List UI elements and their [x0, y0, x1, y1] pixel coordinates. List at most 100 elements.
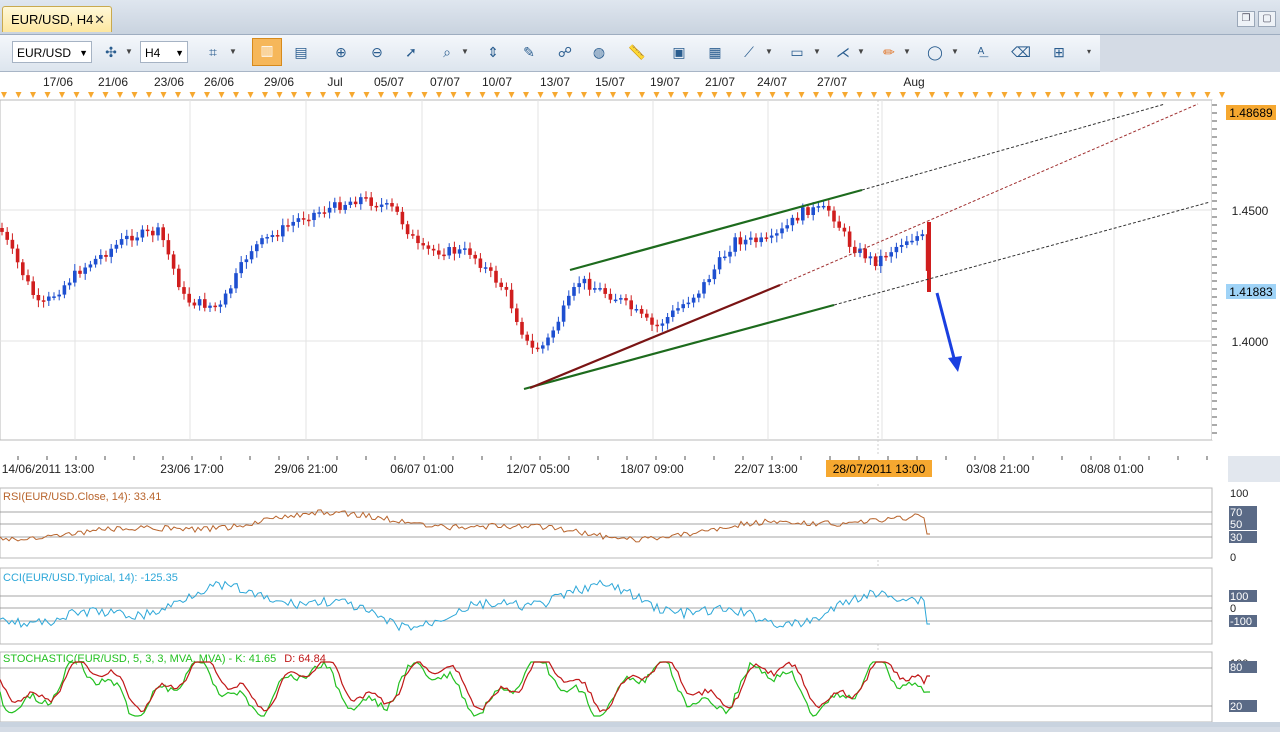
chevron-down-icon[interactable]: ▼	[856, 41, 866, 63]
indicators-icon[interactable]: ▦	[704, 41, 726, 63]
objects-tree-icon[interactable]: ⊞	[1048, 41, 1070, 63]
chevron-down-icon[interactable]: ▼	[228, 41, 238, 63]
candle-body	[577, 283, 581, 288]
zoom-out-icon[interactable]: ⊖	[366, 41, 388, 63]
candle-body	[312, 212, 316, 221]
crosshair-icon[interactable]: ✣	[100, 41, 122, 63]
candle-body	[5, 231, 9, 240]
top-date-label: 07/07	[430, 75, 460, 89]
chevron-down-icon[interactable]: ▼	[812, 41, 822, 63]
candle-body	[83, 267, 87, 274]
candle-body	[359, 197, 363, 205]
candle-body	[192, 302, 197, 306]
top-date-label: 05/07	[374, 75, 404, 89]
close-icon[interactable]: ✕	[94, 7, 105, 33]
candle-body	[520, 321, 524, 335]
candle-body	[260, 238, 264, 245]
date-label: 18/07 09:00	[620, 462, 684, 476]
candle-body	[119, 239, 124, 245]
price-label-current: 1.41883	[1229, 285, 1273, 299]
candle-body	[847, 231, 852, 247]
chevron-down-icon[interactable]: ▼	[764, 41, 774, 63]
chart-tab[interactable]: EUR/USD, H4 ✕	[2, 6, 112, 32]
time-marker	[1016, 92, 1022, 98]
pen-icon[interactable]: ✏	[878, 41, 900, 63]
candle-body	[743, 239, 748, 245]
candle-body	[603, 288, 607, 294]
indicator-tick-label: 20	[1230, 701, 1242, 713]
candle-body	[275, 235, 280, 237]
timeframe-select[interactable]: H4 ▼	[140, 41, 188, 63]
indicator-tick-label: 50	[1230, 519, 1242, 531]
fit-icon[interactable]: ⇕	[482, 41, 504, 63]
chevron-down-icon[interactable]: ▼	[124, 41, 134, 63]
channel-icon[interactable]: ▭	[786, 41, 808, 63]
chevron-down-icon[interactable]: ▼	[460, 41, 470, 63]
maximize-window-icon[interactable]: ▢	[1258, 11, 1276, 27]
time-marker	[218, 92, 225, 98]
candle-body	[317, 212, 321, 214]
indicator-tick-label: 0	[1230, 603, 1236, 615]
candle-body	[468, 248, 472, 255]
candlestick-chart-button[interactable]: ▥	[252, 38, 282, 66]
indicator-tick-label: 80	[1230, 662, 1242, 674]
time-marker	[610, 92, 616, 98]
template-icon[interactable]: ☍	[554, 41, 576, 63]
candle-body	[634, 309, 639, 311]
time-marker	[479, 92, 486, 98]
time-marker	[421, 92, 428, 98]
edit-icon[interactable]: ✎	[518, 41, 540, 63]
price-label: 1.4500	[1232, 204, 1269, 218]
time-marker	[334, 92, 341, 98]
zoom-area-icon[interactable]: ⌕	[436, 41, 458, 63]
candle-body	[307, 219, 311, 222]
more-icon[interactable]: ▾	[1084, 41, 1094, 63]
top-date-label: 27/07	[817, 75, 847, 89]
candle-body	[379, 204, 384, 207]
candle-body	[707, 279, 711, 283]
pointer-icon[interactable]: ➚	[400, 41, 422, 63]
drawing-tools-icon[interactable]: ⟋	[738, 41, 760, 63]
fan-icon[interactable]: ⋌	[832, 41, 854, 63]
candle-body	[894, 246, 899, 253]
top-date-label: Jul	[327, 75, 342, 89]
candle-body	[790, 217, 795, 226]
candle-body	[525, 334, 529, 341]
symbol-select[interactable]: EUR/USD ▼	[12, 41, 92, 63]
eraser-icon[interactable]: ⌫	[1010, 41, 1032, 63]
chart-svg[interactable]: 17/06 21/06 23/06 26/06 29/06 Jul 05/07 …	[0, 72, 1280, 727]
ruler-icon[interactable]: 📏	[626, 41, 648, 63]
ellipse-icon[interactable]: ◯	[924, 41, 946, 63]
text-label-icon[interactable]: A͟	[970, 41, 992, 63]
chevron-down-icon[interactable]: ▼	[950, 41, 960, 63]
candle-body	[166, 240, 171, 255]
candle-body	[255, 244, 259, 252]
candle-body	[442, 254, 446, 257]
image-icon[interactable]: ▣	[668, 41, 690, 63]
time-marker	[1175, 92, 1182, 98]
time-marker	[537, 92, 544, 98]
chart-type-icon[interactable]: ⌗	[202, 41, 224, 63]
top-date-label: 24/07	[757, 75, 787, 89]
chart-area[interactable]: 17/06 21/06 23/06 26/06 29/06 Jul 05/07 …	[0, 72, 1280, 727]
time-marker	[436, 92, 442, 98]
candle-body	[109, 248, 113, 257]
chevron-down-icon[interactable]: ▼	[902, 41, 912, 63]
candle-body	[130, 235, 134, 241]
time-marker	[1204, 92, 1211, 98]
globe-icon[interactable]: ◍	[588, 41, 610, 63]
candle-body	[811, 207, 815, 215]
time-marker	[131, 92, 138, 98]
time-marker	[653, 92, 660, 98]
candle-body	[764, 237, 769, 239]
time-marker	[726, 92, 732, 98]
bar-chart-icon[interactable]: ▤	[290, 41, 312, 63]
time-marker	[305, 92, 312, 98]
time-marker	[668, 92, 674, 98]
zoom-in-icon[interactable]: ⊕	[330, 41, 352, 63]
restore-window-icon[interactable]: ❐	[1237, 11, 1255, 27]
candle-body	[723, 256, 727, 259]
top-date-label: 21/07	[705, 75, 735, 89]
time-marker	[813, 92, 819, 98]
cci-title: CCI(EUR/USD.Typical, 14): -125.35	[3, 572, 178, 584]
